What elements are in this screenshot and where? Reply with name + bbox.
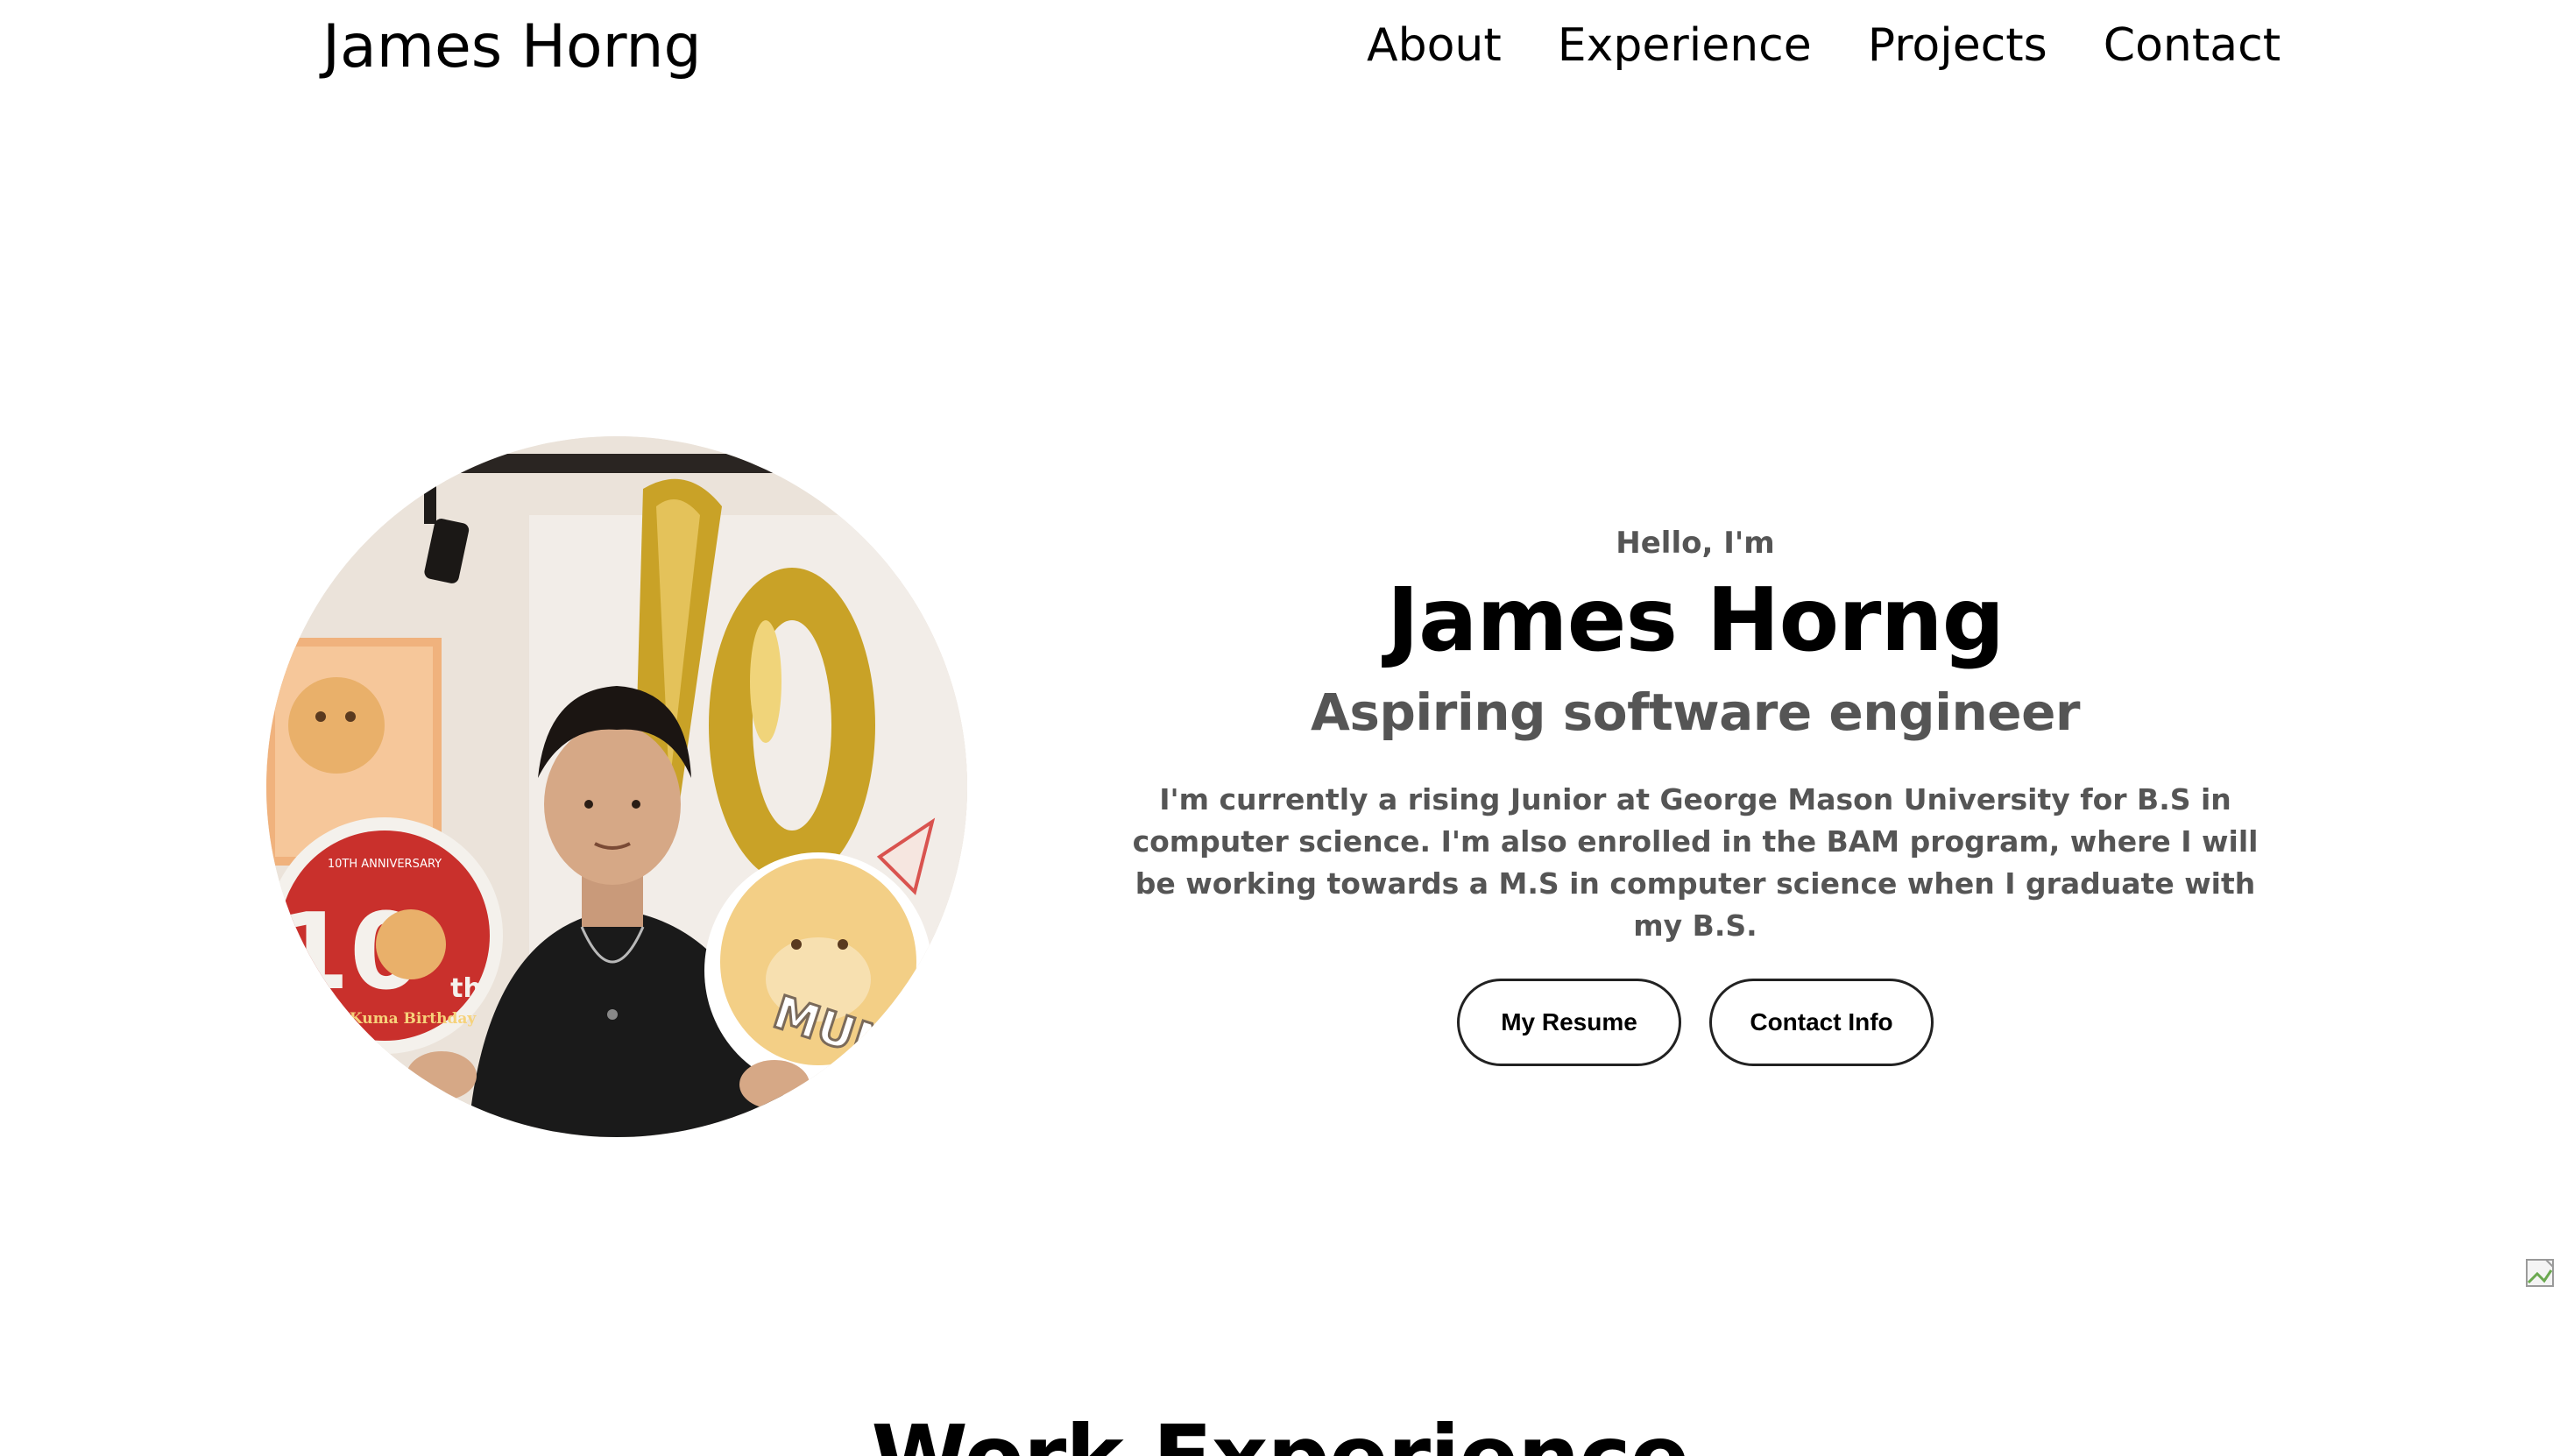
nav-link-about[interactable]: About [1367,19,1502,72]
profile-photo: 10TH ANNIVERSARY 10 th Musai Kuma Birthd… [266,436,967,1137]
hero-role: Aspiring software engineer [1310,682,2081,742]
work-experience-title: Work Experience [0,1407,2560,1456]
hero-buttons: My Resume Contact Info [1104,979,2287,1066]
main-nav: About Experience Projects Contact [1367,19,2281,72]
badge-suffix: th [450,973,482,1004]
broken-image-icon[interactable] [2525,1258,2560,1293]
hero-greeting: Hello, I'm [1616,526,1775,561]
hero-name: James Horng [1386,569,2005,671]
hero-intro: Hello, I'm James Horng Aspiring software… [1104,526,2287,1066]
site-logo[interactable]: James Horng [322,12,702,81]
badge-ring-text: 10TH ANNIVERSARY [328,858,442,871]
nav-link-contact[interactable]: Contact [2104,19,2281,72]
resume-button[interactable]: My Resume [1457,979,1681,1066]
nav-link-experience[interactable]: Experience [1558,19,1812,72]
hero-description: I'm currently a rising Junior at George … [1132,782,2259,943]
badge-caption: Musai Kuma Birthday [293,1010,477,1028]
page: James Horng About Experience Projects Co… [0,0,2560,1456]
contact-info-button[interactable]: Contact Info [1709,979,1934,1066]
nav-link-projects[interactable]: Projects [1868,19,2047,72]
